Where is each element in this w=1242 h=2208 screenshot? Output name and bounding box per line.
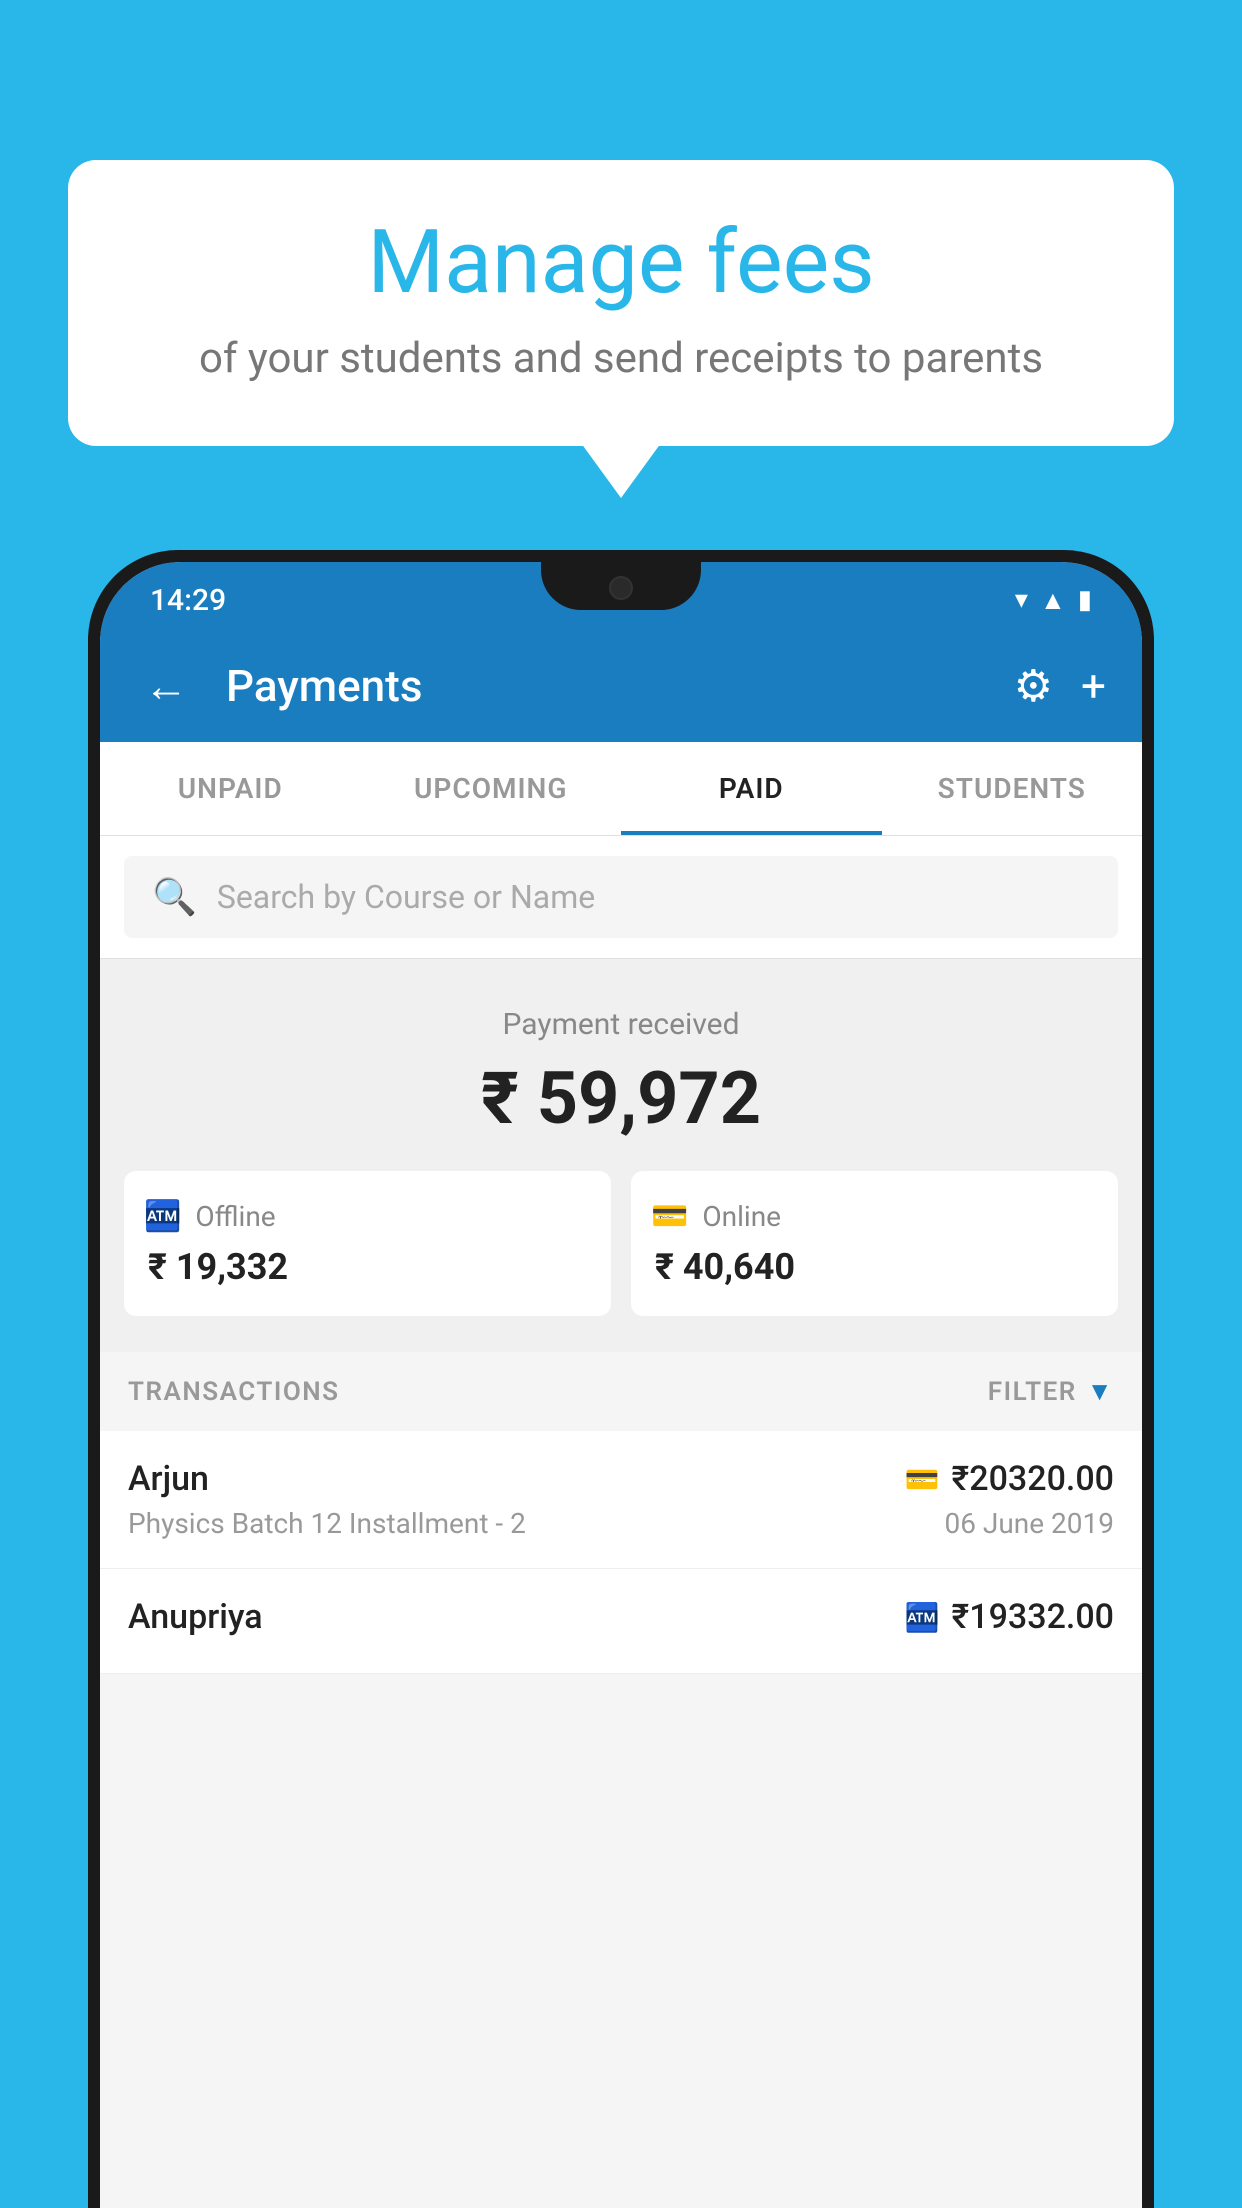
back-button[interactable]: ← bbox=[136, 652, 196, 720]
app-bar: ← Payments ⚙ + bbox=[100, 630, 1142, 742]
bubble-subtitle: of your students and send receipts to pa… bbox=[128, 332, 1114, 387]
speech-bubble-container: Manage fees of your students and send re… bbox=[68, 160, 1174, 446]
online-card: 💳 Online ₹ 40,640 bbox=[631, 1171, 1118, 1316]
online-card-header: 💳 Online bbox=[651, 1199, 1098, 1234]
card-payment-icon: 💳 bbox=[905, 1463, 940, 1496]
transactions-header: TRANSACTIONS FILTER ▼ bbox=[100, 1352, 1142, 1431]
student-name: Arjun bbox=[128, 1459, 209, 1499]
payment-cards: 🏧 Offline ₹ 19,332 💳 Online ₹ 40,640 bbox=[124, 1171, 1118, 1316]
tab-upcoming[interactable]: UPCOMING bbox=[361, 742, 622, 835]
bubble-title: Manage fees bbox=[128, 215, 1114, 312]
app-bar-title: Payments bbox=[226, 660, 984, 712]
app-bar-actions: ⚙ + bbox=[1014, 660, 1106, 712]
search-bar[interactable]: 🔍 Search by Course or Name bbox=[124, 856, 1118, 938]
offline-amount: ₹ 19,332 bbox=[144, 1246, 591, 1288]
transaction-amount-wrap: 💳 ₹20320.00 bbox=[905, 1459, 1114, 1499]
tabs: UNPAID UPCOMING PAID STUDENTS bbox=[100, 742, 1142, 836]
transaction-top: Arjun 💳 ₹20320.00 bbox=[128, 1459, 1114, 1499]
filter-button[interactable]: FILTER ▼ bbox=[988, 1376, 1114, 1407]
online-amount: ₹ 40,640 bbox=[651, 1246, 1098, 1288]
transaction-top-2: Anupriya 🏧 ₹19332.00 bbox=[128, 1597, 1114, 1637]
transaction-amount-wrap-2: 🏧 ₹19332.00 bbox=[905, 1597, 1114, 1637]
filter-icon: ▼ bbox=[1087, 1376, 1114, 1407]
course-info: Physics Batch 12 Installment - 2 bbox=[128, 1507, 526, 1540]
add-button[interactable]: + bbox=[1081, 660, 1106, 712]
signal-icon: ▲ bbox=[1040, 585, 1066, 616]
payment-total: ₹ 59,972 bbox=[124, 1056, 1118, 1141]
filter-label: FILTER bbox=[988, 1377, 1077, 1407]
tab-students[interactable]: STUDENTS bbox=[882, 742, 1143, 835]
search-input[interactable]: Search by Course or Name bbox=[217, 878, 595, 916]
offline-label: Offline bbox=[195, 1200, 275, 1233]
search-icon: 🔍 bbox=[152, 876, 197, 918]
status-icons: ▾ ▲ ▮ bbox=[1015, 585, 1092, 616]
student-name-2: Anupriya bbox=[128, 1597, 263, 1637]
tab-unpaid[interactable]: UNPAID bbox=[100, 742, 361, 835]
online-label: Online bbox=[702, 1200, 781, 1233]
cash-payment-icon: 🏧 bbox=[905, 1601, 940, 1634]
transaction-amount: ₹20320.00 bbox=[952, 1459, 1114, 1499]
phone-inner: 14:29 ▾ ▲ ▮ ← Payments ⚙ + UNPAID bbox=[100, 562, 1142, 2208]
online-icon: 💳 bbox=[651, 1199, 688, 1234]
search-container: 🔍 Search by Course or Name bbox=[100, 836, 1142, 959]
screen: 14:29 ▾ ▲ ▮ ← Payments ⚙ + UNPAID bbox=[100, 562, 1142, 2208]
tab-paid[interactable]: PAID bbox=[621, 742, 882, 835]
notch bbox=[541, 562, 701, 610]
camera bbox=[609, 576, 633, 600]
status-time: 14:29 bbox=[150, 583, 226, 618]
transaction-bottom: Physics Batch 12 Installment - 2 06 June… bbox=[128, 1507, 1114, 1540]
transactions-label: TRANSACTIONS bbox=[128, 1377, 340, 1407]
transaction-row[interactable]: Arjun 💳 ₹20320.00 Physics Batch 12 Insta… bbox=[100, 1431, 1142, 1569]
wifi-icon: ▾ bbox=[1015, 585, 1028, 615]
payment-label: Payment received bbox=[124, 1007, 1118, 1042]
transaction-amount-2: ₹19332.00 bbox=[952, 1597, 1114, 1637]
battery-icon: ▮ bbox=[1078, 585, 1092, 615]
phone-frame: 14:29 ▾ ▲ ▮ ← Payments ⚙ + UNPAID bbox=[88, 550, 1154, 2208]
transaction-row[interactable]: Anupriya 🏧 ₹19332.00 bbox=[100, 1569, 1142, 1674]
settings-button[interactable]: ⚙ bbox=[1014, 660, 1053, 712]
offline-card-header: 🏧 Offline bbox=[144, 1199, 591, 1234]
offline-icon: 🏧 bbox=[144, 1199, 181, 1234]
transaction-date: 06 June 2019 bbox=[944, 1507, 1114, 1540]
offline-card: 🏧 Offline ₹ 19,332 bbox=[124, 1171, 611, 1316]
payment-summary: Payment received ₹ 59,972 🏧 Offline ₹ 19… bbox=[100, 959, 1142, 1352]
speech-bubble: Manage fees of your students and send re… bbox=[68, 160, 1174, 446]
